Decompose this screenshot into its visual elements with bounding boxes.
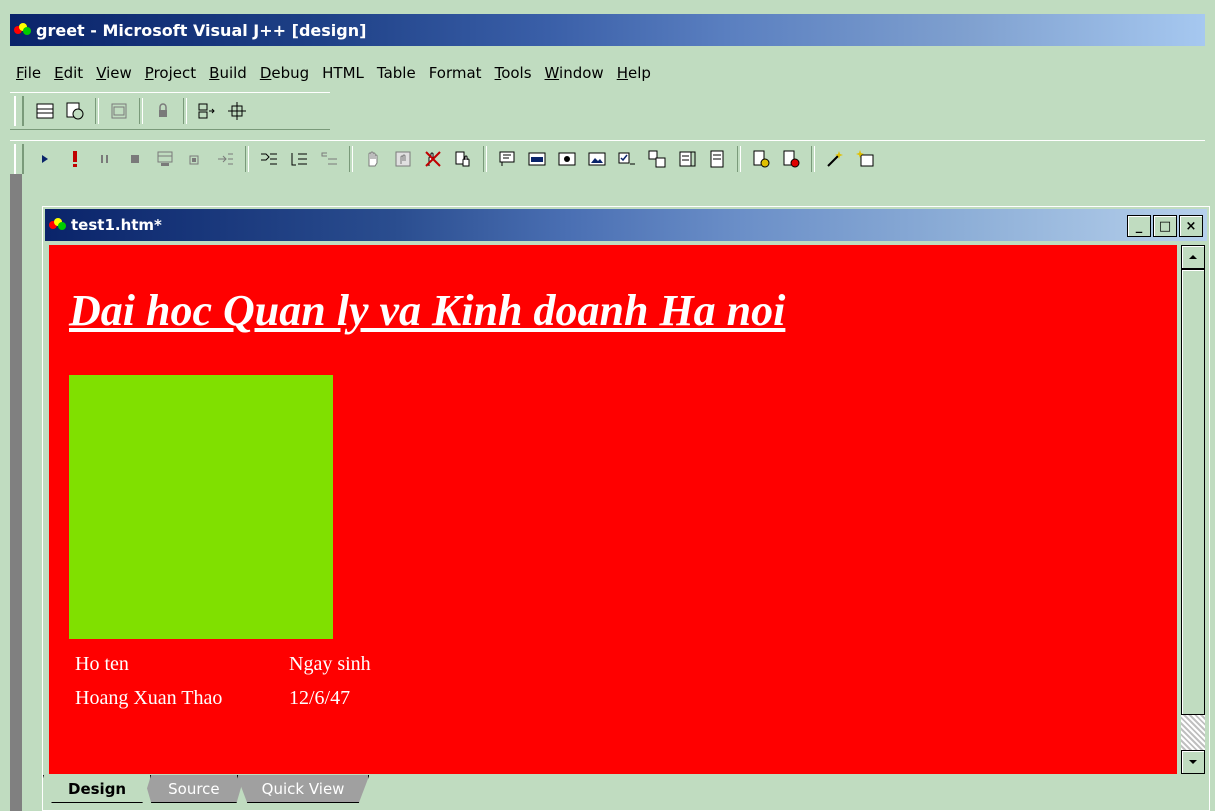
toolbar-grip[interactable] (14, 144, 24, 174)
properties-icon[interactable] (63, 99, 87, 123)
arrow-down-icon (1189, 760, 1197, 764)
menu-window[interactable]: Window (545, 64, 604, 82)
position-icon[interactable] (225, 99, 249, 123)
insert-image-icon[interactable] (585, 147, 609, 171)
menu-debug[interactable]: Debug (260, 64, 309, 82)
insert-group-icon[interactable] (645, 147, 669, 171)
outdent-icon[interactable] (317, 147, 341, 171)
menu-tools[interactable]: Tools (495, 64, 532, 82)
align-icon[interactable] (195, 99, 219, 123)
document-icon (49, 218, 67, 232)
menu-table[interactable]: Table (377, 64, 416, 82)
hand-icon[interactable] (361, 147, 385, 171)
info-table[interactable]: Ho ten Ngay sinh Hoang Xuan Thao 12/6/47 (71, 650, 375, 718)
view-tabs: Design Source Quick View (43, 775, 1209, 809)
design-canvas[interactable]: Dai hoc Quan ly va Kinh doanh Ha noi Ho … (49, 245, 1177, 774)
window-controls: _ □ × (1125, 215, 1203, 237)
cell-name[interactable]: Hoang Xuan Thao (71, 684, 285, 718)
table-row: Hoang Xuan Thao 12/6/47 (71, 684, 375, 718)
page-heading[interactable]: Dai hoc Quan ly va Kinh doanh Ha noi (69, 285, 785, 336)
step-into-icon[interactable] (213, 147, 237, 171)
insert-button-icon[interactable] (555, 147, 579, 171)
insert-listbox-icon[interactable] (675, 147, 699, 171)
run-icon[interactable] (33, 147, 57, 171)
pause-icon[interactable] (93, 147, 117, 171)
insert-checkbox-icon[interactable] (615, 147, 639, 171)
header-cell-name[interactable]: Ho ten (71, 650, 285, 684)
menu-view[interactable]: View (96, 64, 132, 82)
scroll-up-button[interactable] (1181, 245, 1205, 269)
maximize-button[interactable]: □ (1153, 215, 1177, 237)
frame-icon[interactable] (107, 99, 131, 123)
script-remove-icon[interactable] (779, 147, 803, 171)
insert-label-icon[interactable] (495, 147, 519, 171)
tab-source[interactable]: Source (143, 775, 245, 803)
menu-edit[interactable]: Edit (54, 64, 83, 82)
scroll-down-button[interactable] (1181, 750, 1205, 774)
hand-disabled-icon[interactable] (391, 147, 415, 171)
close-button[interactable]: × (1179, 215, 1203, 237)
menu-format[interactable]: Format (429, 64, 482, 82)
scroll-track[interactable] (1181, 715, 1205, 750)
mdi-left-border (10, 174, 22, 811)
vertical-scrollbar[interactable] (1181, 245, 1205, 774)
menu-file[interactable]: File (16, 64, 41, 82)
layout-icon[interactable] (33, 99, 57, 123)
header-cell-dob[interactable]: Ngay sinh (285, 650, 375, 684)
app-title: greet - Microsoft Visual J++ [design] (36, 20, 367, 40)
document-window: test1.htm* _ □ × Dai hoc Quan ly va Kinh… (42, 206, 1210, 811)
step-icon[interactable] (183, 147, 207, 171)
document-title-bar[interactable]: test1.htm* _ □ × (45, 209, 1207, 241)
toolbar-debug-html (10, 140, 1205, 178)
toolbar-design (10, 92, 330, 130)
arrow-up-icon (1189, 255, 1197, 259)
toolbar-grip[interactable] (14, 96, 24, 126)
menu-build[interactable]: Build (209, 64, 247, 82)
wizard-frame-icon[interactable] (853, 147, 877, 171)
document-title: test1.htm* (71, 216, 162, 234)
menu-bar: File Edit View Project Build Debug HTML … (10, 58, 1205, 88)
insert-form-icon[interactable] (705, 147, 729, 171)
insert-textbox-icon[interactable] (525, 147, 549, 171)
stop-icon[interactable] (123, 147, 147, 171)
visual-jpp-icon (14, 23, 32, 37)
script-settings-icon[interactable] (749, 147, 773, 171)
tab-design[interactable]: Design (43, 775, 152, 803)
exclamation-icon[interactable] (63, 147, 87, 171)
script-hand-icon[interactable] (451, 147, 475, 171)
wizard-icon[interactable] (823, 147, 847, 171)
cell-dob[interactable]: 12/6/47 (285, 684, 375, 718)
menu-help[interactable]: Help (617, 64, 651, 82)
menu-html[interactable]: HTML (322, 64, 364, 82)
indent-icon[interactable] (257, 147, 281, 171)
menu-project[interactable]: Project (145, 64, 196, 82)
scroll-thumb[interactable] (1181, 269, 1205, 715)
green-box[interactable] (69, 375, 333, 639)
list-icon[interactable] (287, 147, 311, 171)
table-row: Ho ten Ngay sinh (71, 650, 375, 684)
remove-script-icon[interactable] (421, 147, 445, 171)
tab-quick-view[interactable]: Quick View (236, 775, 370, 803)
app-title-bar[interactable]: greet - Microsoft Visual J++ [design] (10, 14, 1205, 46)
lock-icon[interactable] (151, 99, 175, 123)
minimize-button[interactable]: _ (1127, 215, 1151, 237)
breakpoint-icon[interactable] (153, 147, 177, 171)
